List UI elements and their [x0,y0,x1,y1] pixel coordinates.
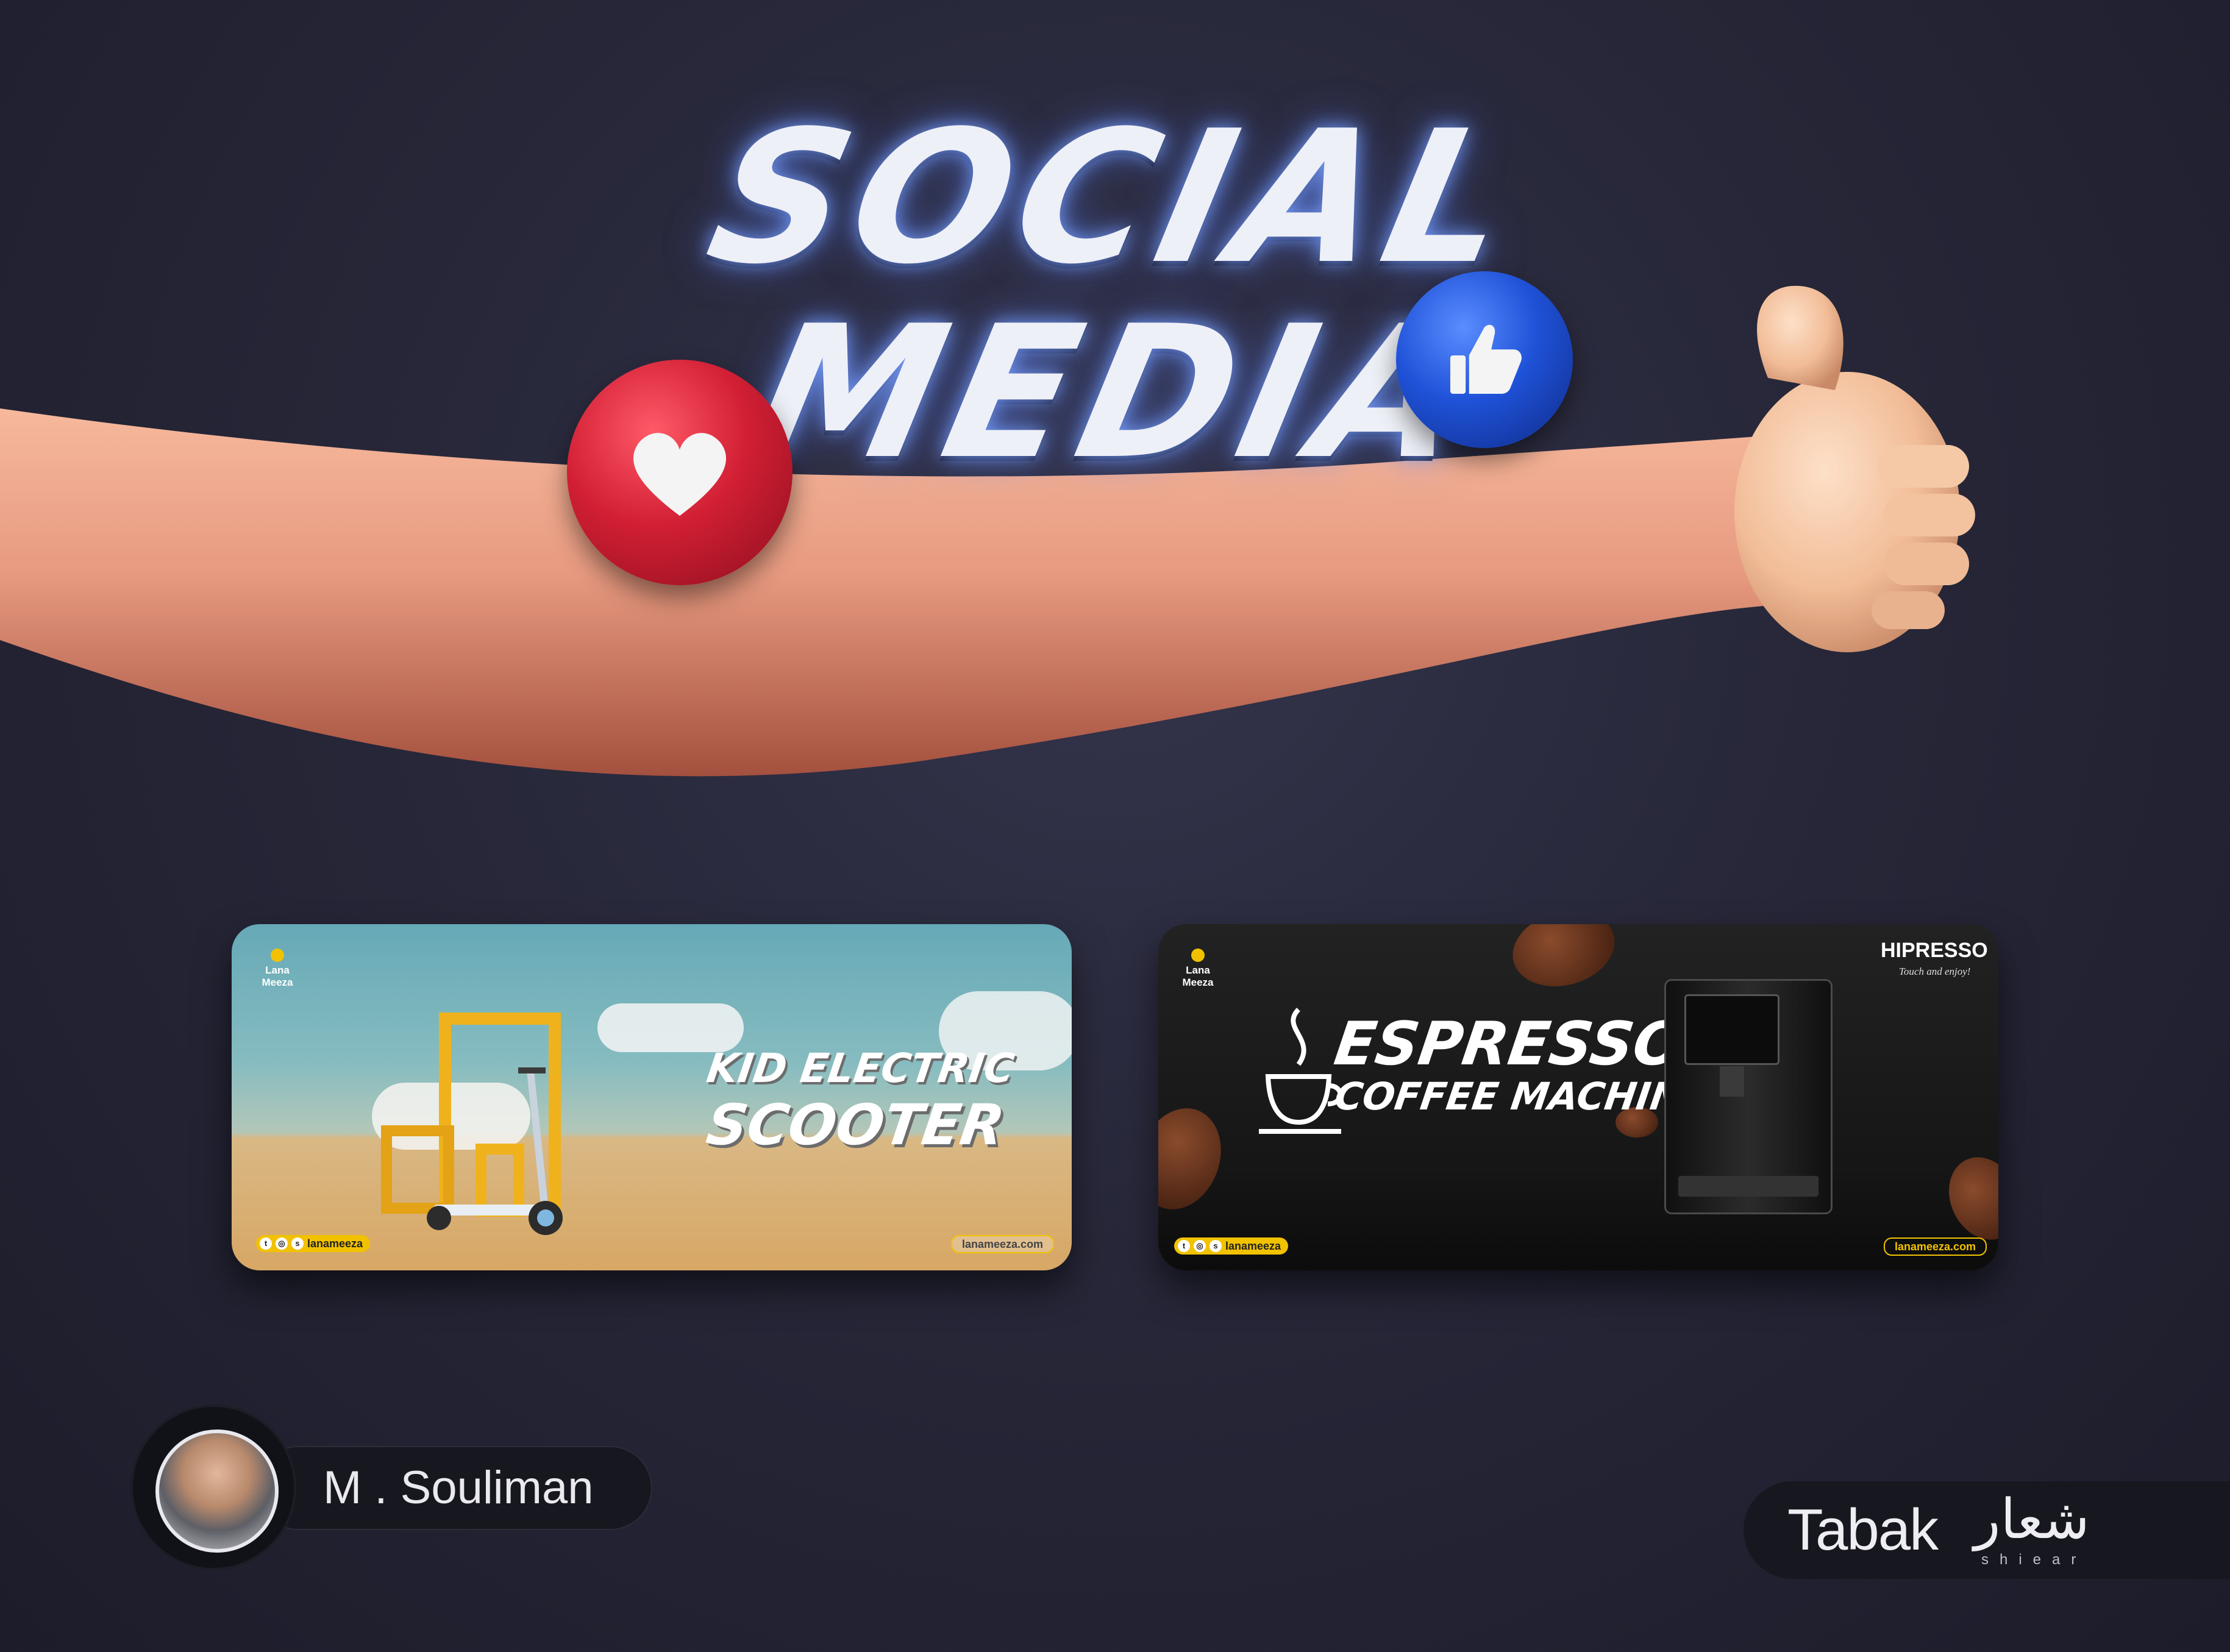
website-link[interactable]: lanameeza.com [1884,1237,1987,1256]
coffee-bean [1936,1145,1998,1251]
snapchat-icon: s [1209,1240,1222,1252]
machine-touchscreen [1684,994,1779,1065]
lanameeza-logo: Lana Meeza [250,949,305,989]
brand-name: Lana Meeza [1182,964,1214,988]
title-media: MEDIA [736,287,1494,499]
espresso-headline-line2: COFFEE MACHINE [1331,1074,1711,1119]
lightbulb-icon [1191,949,1205,962]
hipresso-tagline: Touch and enjoy! [1899,966,1971,977]
hipresso-logo: HIPRESSO [1881,939,1988,962]
twitter-icon: t [1178,1240,1190,1252]
social-handle-pill: t ◎ s lanameeza [256,1235,371,1252]
scooter-illustration [427,1067,563,1235]
scooter-ad-card: Lana Meeza KID ELECTRIC SCOOTER t ◎ s la… [232,924,1072,1270]
twitter-icon: t [260,1237,272,1250]
like-reaction-bubble [1396,271,1573,448]
shiear-logo-latin: shiear [1981,1551,2087,1568]
brand-name: Lana Meeza [262,964,293,988]
lightbulb-icon [271,949,284,962]
instagram-icon: ◎ [276,1237,288,1250]
machine-spout [1720,1066,1744,1097]
snapchat-icon: s [291,1237,304,1250]
social-handle-pill: t ◎ s lanameeza [1174,1237,1289,1255]
coffee-bean [1158,1096,1235,1222]
website-link[interactable]: lanameeza.com [951,1235,1055,1253]
author-name: M . Souliman [323,1462,594,1514]
espresso-ad-card: Lana Meeza HIPRESSO Touch and enjoy! ESP… [1158,924,1998,1270]
shiear-logo-arabic: شعار [1974,1487,2090,1551]
social-handle: lanameeza [307,1237,363,1250]
thumbs-up-icon [1450,324,1522,394]
tabak-logo: Tabak [1787,1497,1939,1562]
title-social: SOCIAL [693,91,1537,304]
coffee-bean [1504,924,1623,997]
espresso-machine [1664,979,1833,1214]
heart-icon [633,433,727,516]
scooter-headline-line1: KID ELECTRIC [704,1045,1017,1092]
heart-reaction-bubble [567,360,793,585]
machine-drip-tray [1678,1176,1819,1197]
espresso-headline-line1: ESPRESSO [1330,1009,1689,1079]
instagram-icon: ◎ [1194,1240,1206,1252]
social-handle: lanameeza [1225,1239,1281,1252]
scooter-headline-line2: SCOOTER [702,1092,1009,1158]
lanameeza-logo: Lana Meeza [1170,949,1225,989]
avatar[interactable] [155,1429,279,1553]
